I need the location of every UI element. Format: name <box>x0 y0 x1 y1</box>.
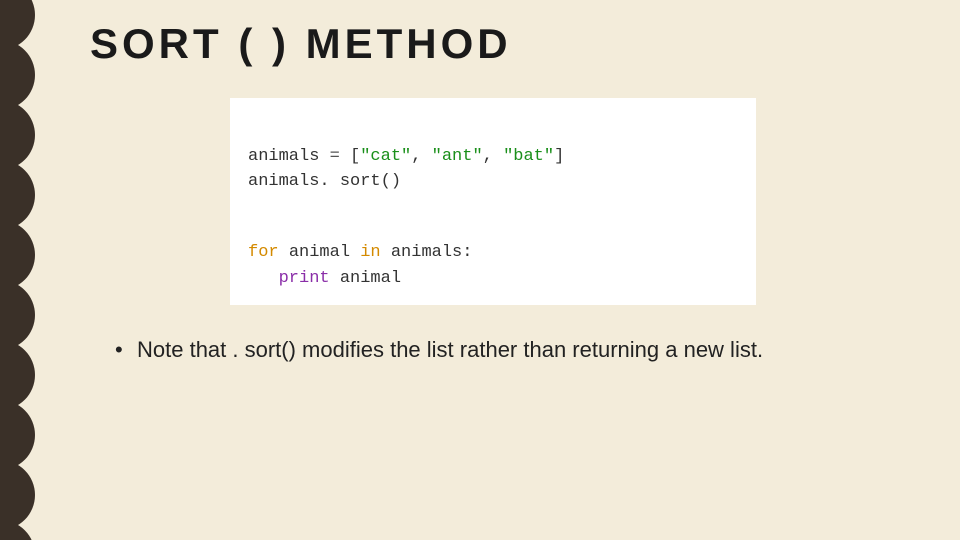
content-area: SORT ( ) METHOD animals = ["cat", "ant",… <box>90 20 910 365</box>
code-token <box>330 269 340 288</box>
code-token: animals <box>248 147 319 166</box>
code-token <box>350 243 360 262</box>
code-token: = <box>319 147 350 166</box>
code-token: "cat" <box>360 147 411 166</box>
code-token <box>279 243 289 262</box>
code-token: . sort() <box>319 172 401 191</box>
code-token: , <box>483 147 503 166</box>
code-token: : <box>462 243 472 262</box>
notes-list: Note that . sort() modifies the list rat… <box>115 335 875 365</box>
code-token: animals <box>391 243 462 262</box>
slide: SORT ( ) METHOD animals = ["cat", "ant",… <box>0 0 960 540</box>
code-token: animals <box>248 172 319 191</box>
left-wave-decoration <box>0 0 35 540</box>
code-token: , <box>411 147 431 166</box>
code-token: animal <box>340 269 401 288</box>
code-block: animals = ["cat", "ant", "bat"] animals.… <box>230 98 756 305</box>
code-token <box>248 269 279 288</box>
code-token: ] <box>554 147 564 166</box>
code-token: "ant" <box>432 147 483 166</box>
code-token: [ <box>350 147 360 166</box>
code-token <box>381 243 391 262</box>
code-token: in <box>360 243 380 262</box>
slide-title: SORT ( ) METHOD <box>90 20 910 68</box>
note-item: Note that . sort() modifies the list rat… <box>115 335 875 365</box>
code-token: "bat" <box>503 147 554 166</box>
code-token: for <box>248 243 279 262</box>
code-token: print <box>279 269 330 288</box>
code-blank-line <box>248 195 738 215</box>
code-token: animal <box>289 243 350 262</box>
